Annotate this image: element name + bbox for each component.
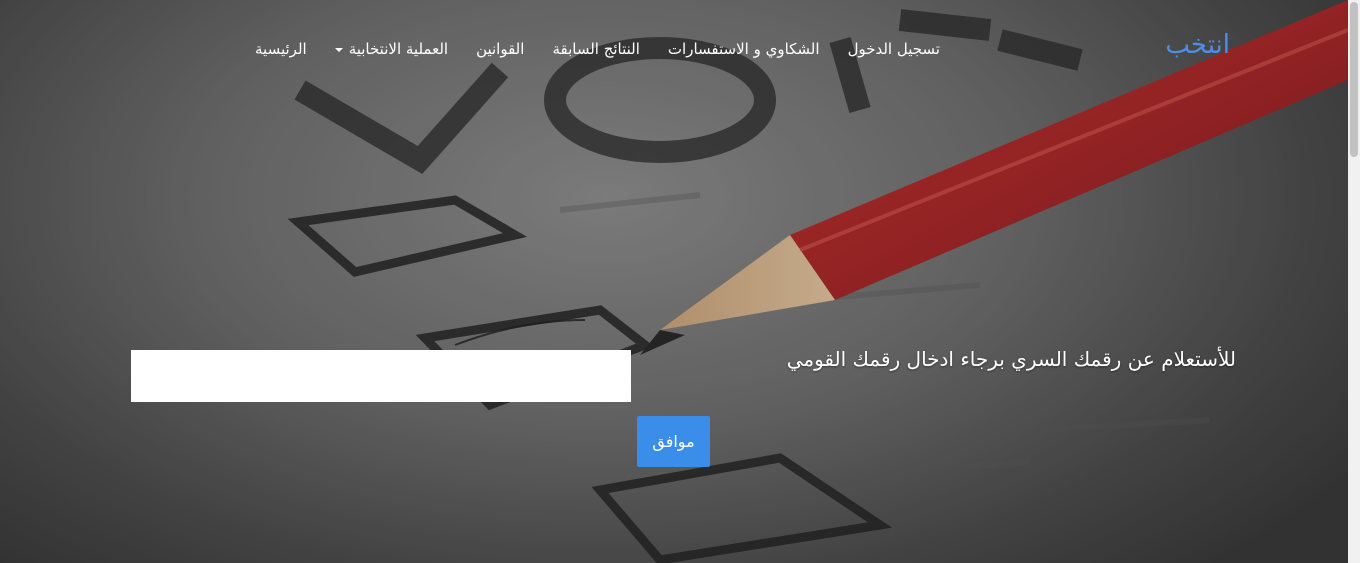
nav-item-previous-results[interactable]: النتائج السابقة (538, 38, 653, 60)
nav-item-label: الشكاوي و الاستفسارات (667, 40, 820, 58)
nav-item-label: العملية الانتخابية (348, 40, 449, 58)
national-id-input[interactable] (131, 350, 631, 402)
submit-button[interactable]: موافق (637, 416, 710, 467)
nav-item-label: تسجيل الدخول (847, 40, 940, 58)
nav-item-complaints[interactable]: الشكاوي و الاستفسارات (654, 38, 834, 60)
scrollbar-thumb[interactable] (1350, 2, 1358, 157)
nav-item-laws[interactable]: القوانين (462, 38, 538, 60)
brand-logo[interactable]: انتخب (1165, 30, 1230, 60)
nav-item-login[interactable]: تسجيل الدخول (834, 38, 954, 60)
nav-item-label: القوانين (476, 40, 525, 58)
nav-item-home[interactable]: الرئيسية (241, 38, 321, 60)
caret-down-icon (334, 47, 343, 52)
nav-item-election-process[interactable]: العملية الانتخابية (321, 38, 462, 60)
nav-item-label: النتائج السابقة (552, 40, 640, 58)
nav-menu: الرئيسية العملية الانتخابية القوانين الن… (241, 38, 954, 60)
nav-item-label: الرئيسية (255, 40, 307, 58)
top-navbar: انتخب الرئيسية العملية الانتخابية القوان… (0, 0, 1348, 98)
national-id-prompt: للأستعلام عن رقمك السري برجاء ادخال رقمك… (786, 347, 1236, 371)
page-scrollbar[interactable] (1348, 0, 1360, 563)
